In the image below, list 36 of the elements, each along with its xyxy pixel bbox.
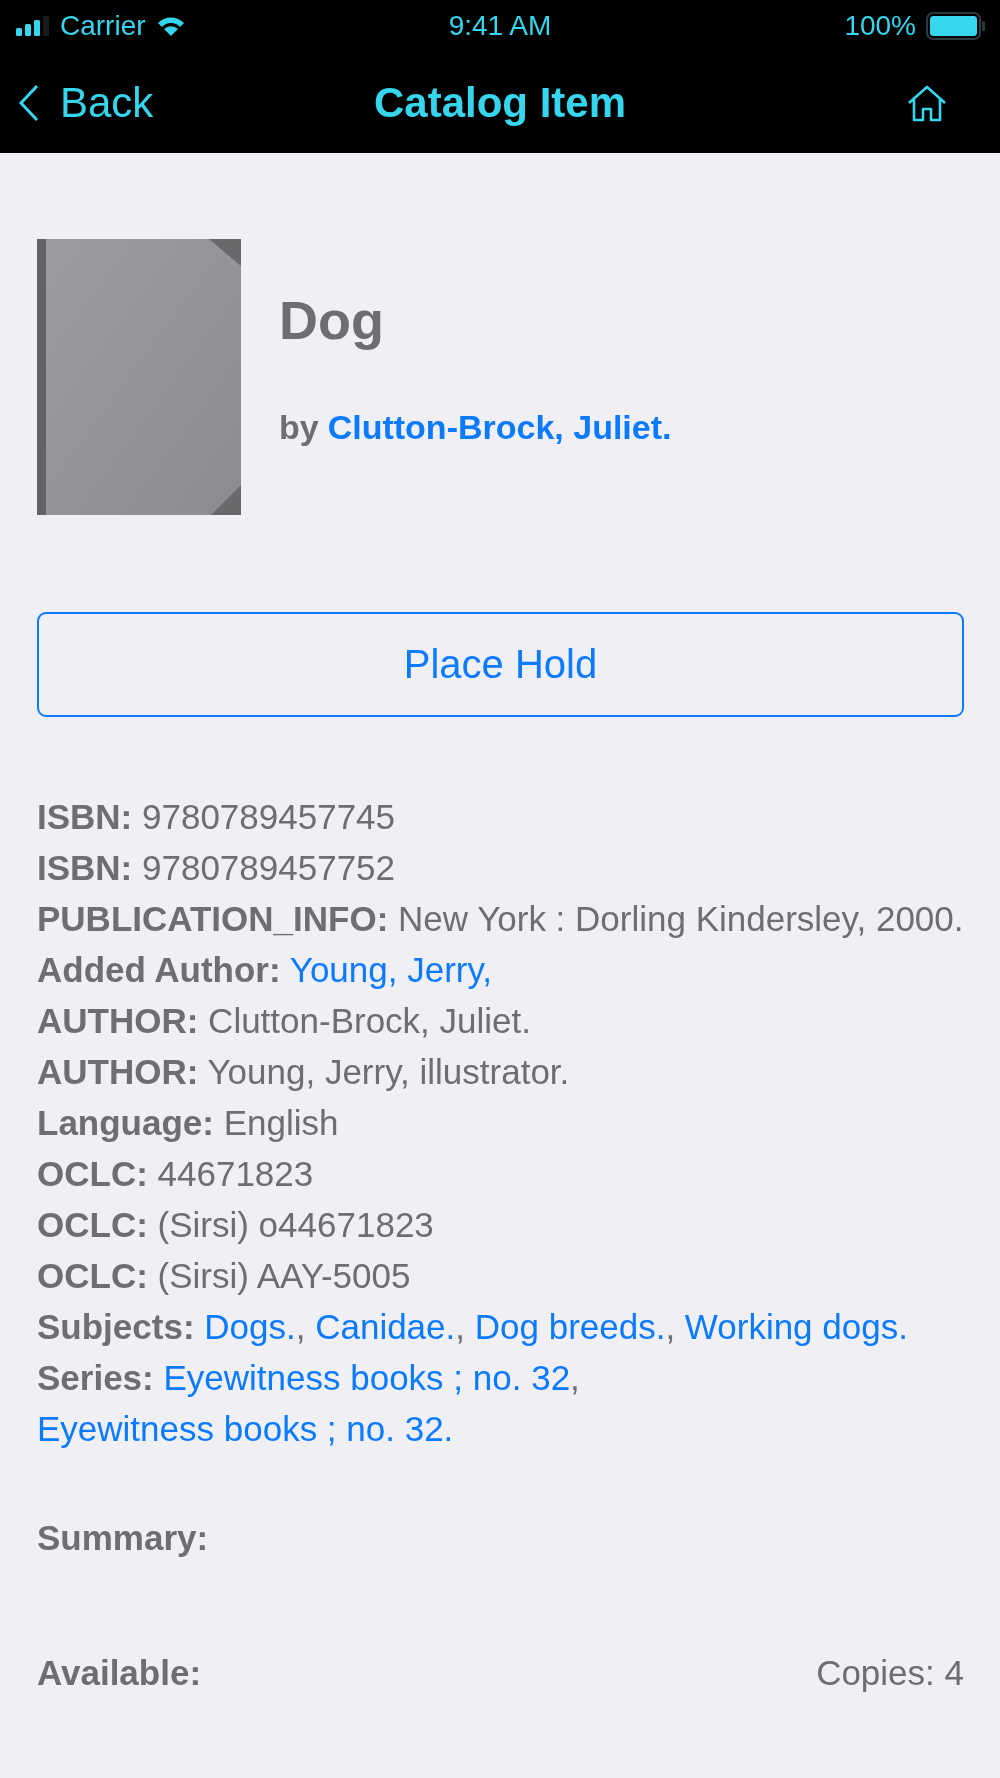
catalog-link[interactable]: Eyewitness books ; no. 32. [37, 1409, 454, 1448]
catalog-link[interactable]: Working dogs. [684, 1307, 908, 1346]
detail-field: Added Author: Young, Jerry, [37, 944, 964, 995]
battery-icon [926, 12, 986, 40]
signal-icon [16, 16, 50, 36]
home-icon[interactable] [906, 83, 948, 122]
battery-percent: 100% [844, 10, 916, 42]
detail-field: AUTHOR: Young, Jerry, illustrator. [37, 1046, 964, 1097]
author-link[interactable]: Clutton-Brock, Juliet. [327, 408, 672, 448]
catalog-link[interactable]: Young, Jerry, [289, 950, 493, 989]
catalog-link[interactable]: Dog breeds. [474, 1307, 666, 1346]
detail-field: AUTHOR: Clutton-Brock, Juliet. [37, 995, 964, 1046]
detail-field: Series: Eyewitness books ; no. 32, Eyewitness books ; no. 32. [37, 1352, 964, 1454]
catalog-link[interactable]: Eyewitness books ; no. 32 [163, 1358, 571, 1397]
available-label: Available: [37, 1652, 202, 1694]
detail-field: OCLC: 44671823 [37, 1148, 964, 1199]
catalog-link[interactable]: Canidae. [315, 1307, 456, 1346]
carrier-label: Carrier [60, 10, 146, 42]
detail-field: PUBLICATION_INFO: New York : Dorling Kindersley, 2000. [37, 893, 964, 944]
detail-field: OCLC: (Sirsi) AAY-5005 [37, 1250, 964, 1301]
book-cover-icon [37, 239, 241, 515]
back-button[interactable]: Back [18, 78, 154, 127]
place-hold-button[interactable]: Place Hold [37, 612, 964, 717]
by-label: by [279, 408, 319, 448]
summary-label: Summary: [37, 1518, 209, 1557]
catalog-link[interactable]: Dogs. [204, 1307, 296, 1346]
item-title: Dog [279, 291, 385, 351]
detail-field: OCLC: (Sirsi) o44671823 [37, 1199, 964, 1250]
chevron-left-icon [18, 83, 40, 122]
screen-title: Catalog Item [374, 78, 626, 127]
detail-field: Language: English [37, 1097, 964, 1148]
copies-count: Copies: 4 [816, 1652, 964, 1694]
detail-field: ISBN: 9780789457745 [37, 791, 964, 842]
detail-field: ISBN: 9780789457752 [37, 842, 964, 893]
detail-field: Subjects: Dogs., Canidae., Dog breeds., Working dogs. [37, 1301, 964, 1352]
clock-time: 9:41 AM [448, 10, 552, 42]
